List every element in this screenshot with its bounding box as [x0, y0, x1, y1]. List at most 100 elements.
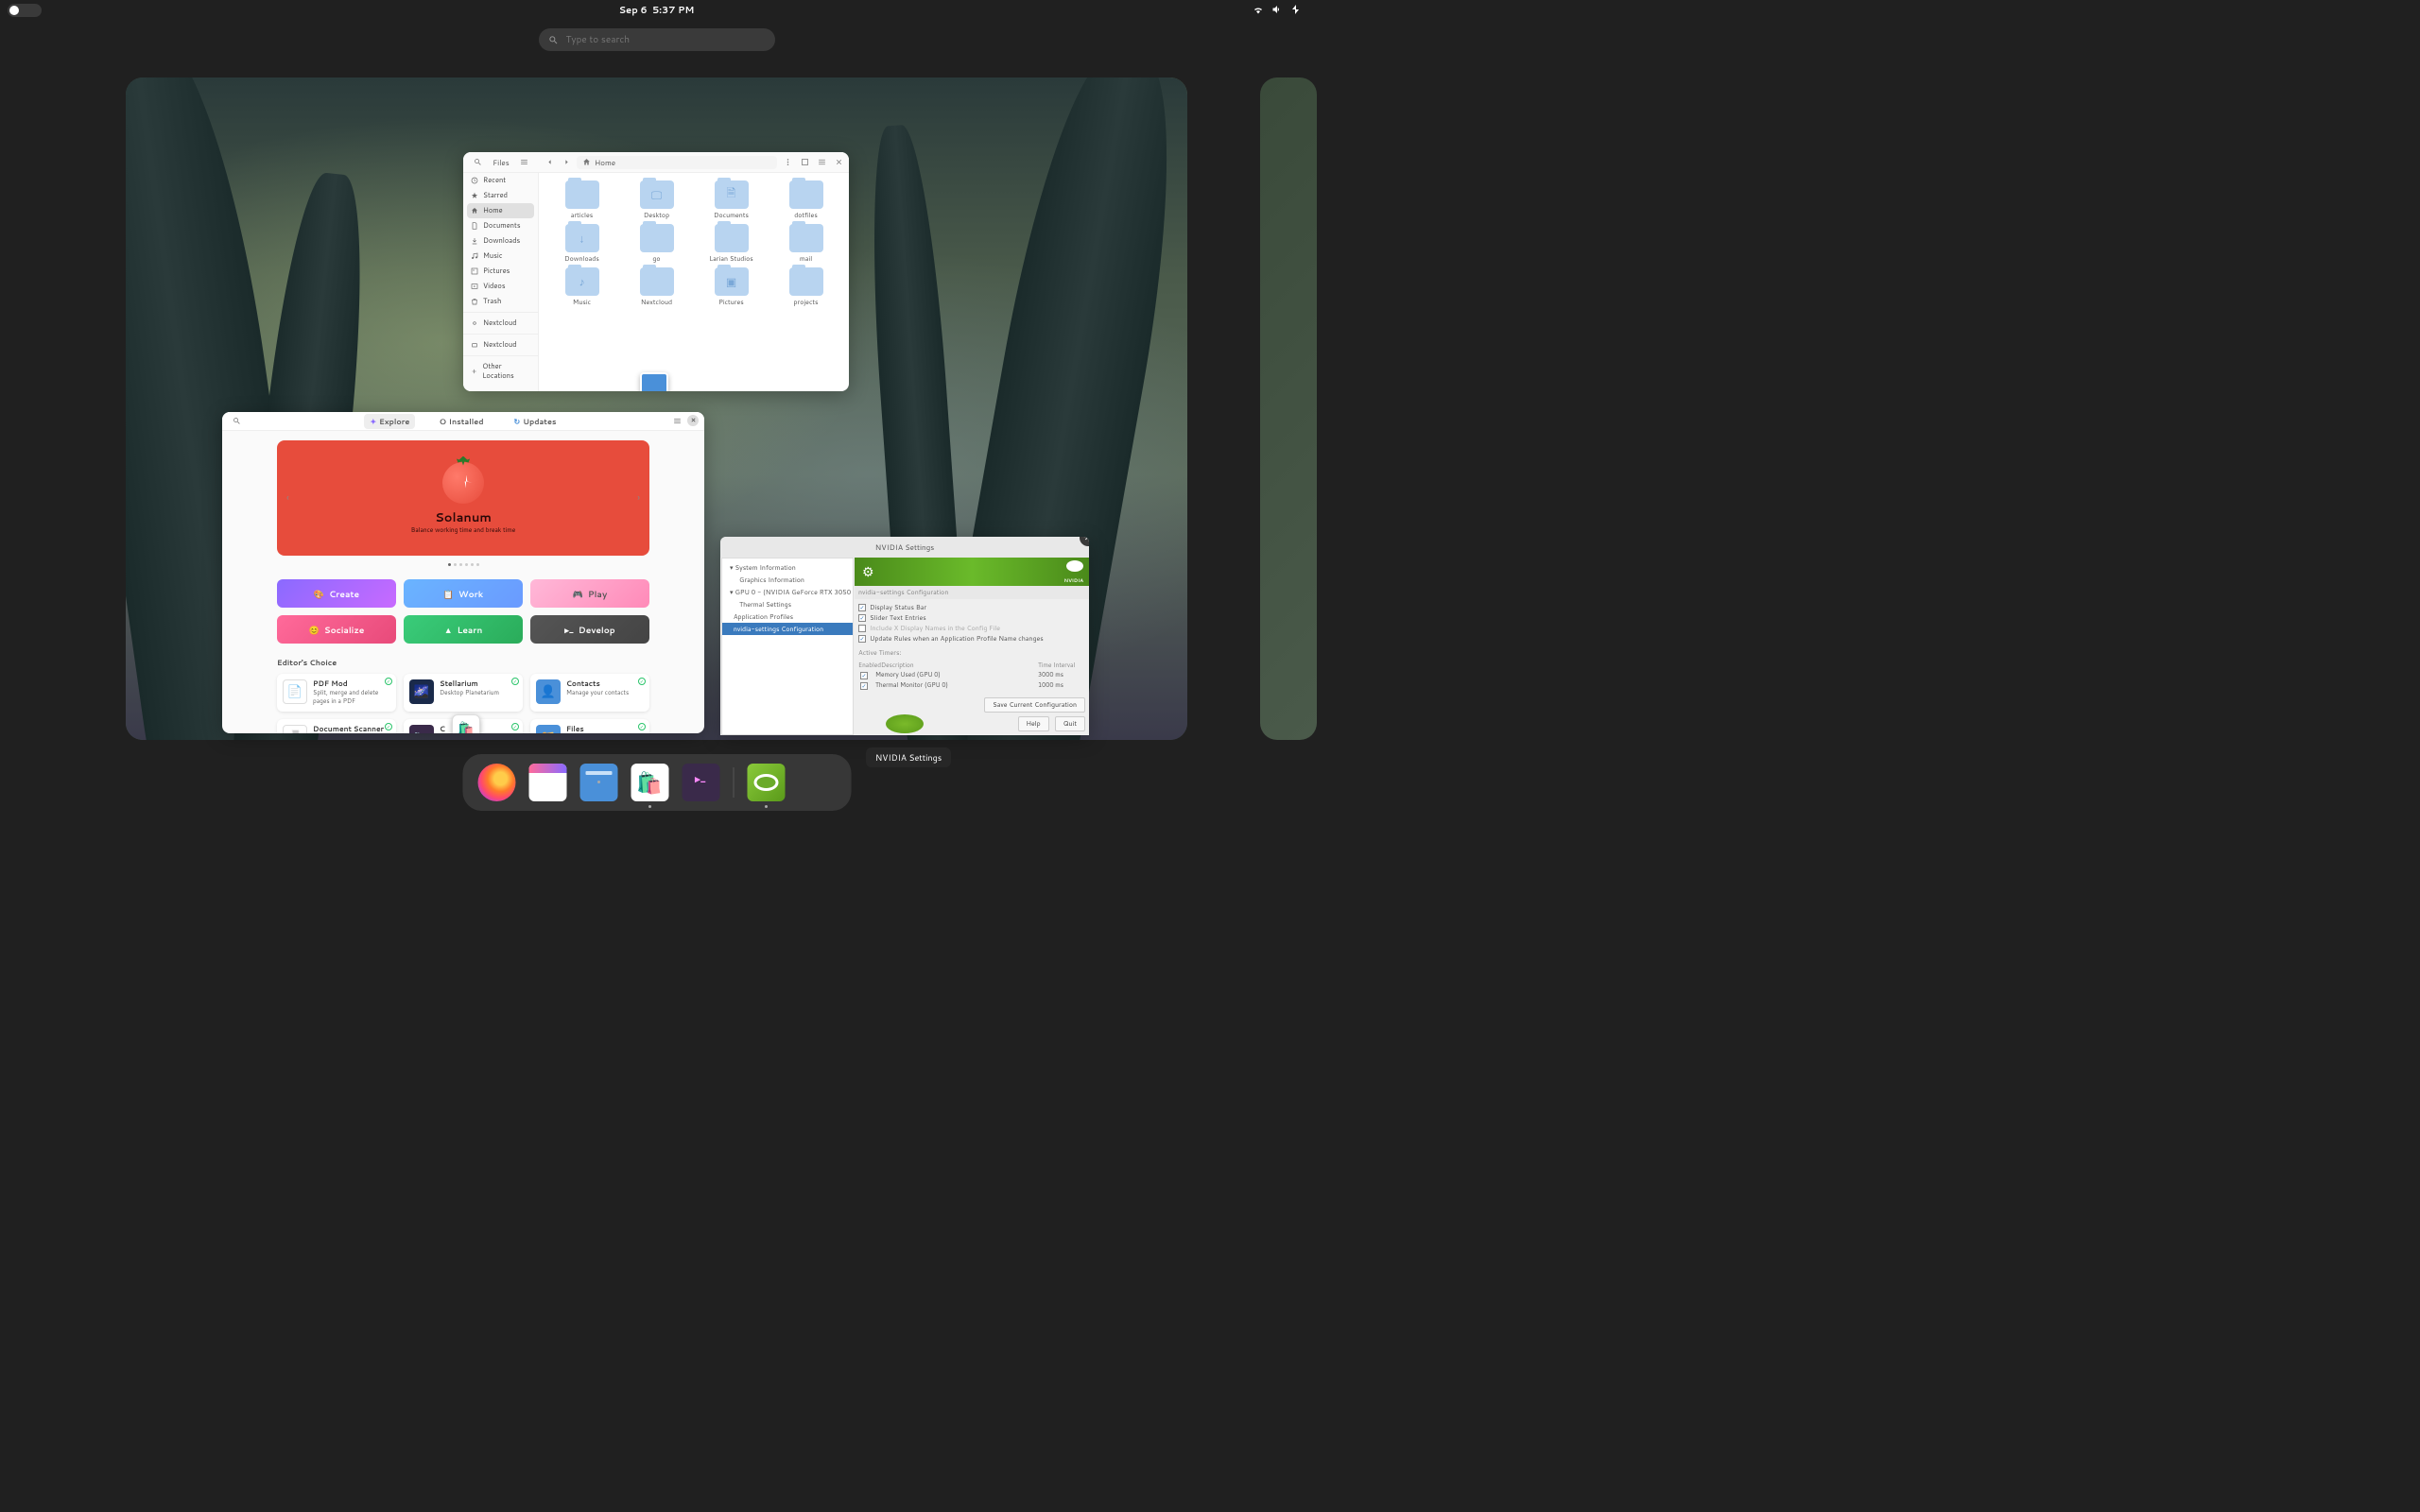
close-icon[interactable] — [687, 415, 699, 426]
dash-nvidia[interactable] — [747, 764, 785, 801]
section-editors-choice: Editor's Choice — [277, 657, 649, 668]
nvidia-logo-text: NVIDIA — [1064, 577, 1083, 584]
dash-firefox[interactable] — [477, 764, 515, 801]
banner-next-icon[interactable]: › — [633, 488, 644, 508]
sidebar-item-home[interactable]: Home — [467, 203, 534, 218]
panel-date[interactable]: Sep 6 — [619, 4, 648, 17]
save-config-button[interactable]: Save Current Configuration — [984, 697, 1085, 713]
app-card[interactable]: 📁Files✓ — [530, 719, 649, 733]
folder-item[interactable]: projects — [770, 267, 841, 307]
category-develop[interactable]: ▸_Develop — [530, 615, 649, 644]
nv-item-thermal[interactable]: Thermal Settings — [722, 598, 853, 610]
hamburger-icon[interactable] — [670, 415, 683, 428]
workspace-next-peek[interactable] — [1260, 77, 1317, 740]
chk-status-bar[interactable]: Display Status Bar — [858, 602, 1085, 612]
table-row[interactable]: Memory Used (GPU 0)3000 ms — [858, 670, 1085, 680]
system-tray[interactable] — [1253, 4, 1302, 15]
nv-item-gpu[interactable]: ▾ GPU 0 - (NVIDIA GeForce RTX 3050 6GB — [722, 586, 853, 598]
dash-calendar[interactable] — [528, 764, 566, 801]
dash-software[interactable]: 🛍️ — [631, 764, 668, 801]
folder-item[interactable]: 🖵Desktop — [621, 180, 692, 220]
back-icon[interactable] — [543, 156, 556, 169]
sidebar-item-downloads[interactable]: Downloads — [463, 233, 538, 249]
featured-banner[interactable]: ‹ › Solanum Balance working time and bre… — [277, 440, 649, 556]
nv-item-graphics[interactable]: Graphics Information — [722, 574, 853, 586]
table-row[interactable]: Thermal Monitor (GPU 0)1000 ms — [858, 680, 1085, 691]
category-socialize[interactable]: 😊Socialize — [277, 615, 396, 644]
panel-time[interactable]: 5:37 PM — [652, 4, 694, 17]
dash-terminal[interactable]: ▸_ — [682, 764, 719, 801]
sidebar-item-other-locations[interactable]: Other Locations — [463, 359, 538, 384]
menu-icon[interactable] — [781, 156, 794, 169]
category-create[interactable]: 🎨Create — [277, 579, 396, 608]
app-card[interactable]: 📄PDF ModSplit, merge and delete pages in… — [277, 674, 396, 712]
folder-item[interactable]: ▣Pictures — [696, 267, 767, 307]
folder-item[interactable]: articles — [546, 180, 617, 220]
nv-timers-title: Active Timers: — [855, 646, 1089, 660]
forward-icon[interactable] — [560, 156, 573, 169]
files-icon-view[interactable]: articles🖵Desktop🗎Documentsdotfiles ↓Downl… — [539, 173, 849, 391]
chk-xdisplay: Include X Display Names in the Config Fi… — [858, 623, 1085, 633]
sidebar-item-recent[interactable]: Recent — [463, 173, 538, 188]
dash-files[interactable] — [579, 764, 617, 801]
chk-update-rules[interactable]: Update Rules when an Application Profile… — [858, 633, 1085, 644]
dash-tooltip: NVIDIA Settings — [866, 747, 951, 767]
overview-search[interactable] — [539, 28, 775, 51]
tab-updates[interactable]: ↻Updates — [508, 414, 562, 429]
sidebar-item-nextcloud[interactable]: Nextcloud — [463, 316, 538, 331]
banner-prev-icon[interactable]: ‹ — [283, 488, 293, 508]
dash-separator — [733, 767, 734, 798]
category-learn[interactable]: ▲Learn — [404, 615, 523, 644]
nv-item-profiles[interactable]: Application Profiles — [722, 610, 853, 623]
folder-item[interactable]: Larian Studios — [696, 224, 767, 264]
chk-slider-text[interactable]: Slider Text Entries — [858, 612, 1085, 623]
folder-item[interactable]: Nextcloud — [621, 267, 692, 307]
sidebar-item-videos[interactable]: Videos — [463, 279, 538, 294]
folder-item[interactable]: dotfiles — [770, 180, 841, 220]
search-icon[interactable] — [471, 156, 484, 169]
nv-item-sysinfo[interactable]: ▾ System Information — [722, 561, 853, 574]
sidebar-item-documents[interactable]: Documents — [463, 218, 538, 233]
sidebar-item-pictures[interactable]: Pictures — [463, 264, 538, 279]
volume-icon — [1271, 4, 1283, 15]
home-icon — [582, 158, 591, 166]
nvidia-settings-window[interactable]: ✕ NVIDIA Settings ▾ System Information G… — [720, 537, 1089, 735]
sidebar-item-nextcloud-mount[interactable]: Nextcloud — [463, 337, 538, 352]
folder-item[interactable]: ♪Music — [546, 267, 617, 307]
category-work[interactable]: 📋Work — [404, 579, 523, 608]
folder-item[interactable]: go — [621, 224, 692, 264]
new-tab-icon[interactable] — [798, 156, 811, 169]
folder-item[interactable]: mail — [770, 224, 841, 264]
banner-dots[interactable] — [277, 563, 649, 566]
tab-installed[interactable]: ⭘Installed — [434, 414, 489, 429]
nvidia-footer-logo-icon — [886, 714, 924, 733]
category-play[interactable]: 🎮Play — [530, 579, 649, 608]
nv-item-config[interactable]: nvidia-settings Configuration — [722, 623, 853, 635]
sidebar-item-music[interactable]: Music — [463, 249, 538, 264]
search-input[interactable] — [566, 33, 766, 46]
sidebar-toggle-icon[interactable] — [518, 156, 531, 169]
path-bar[interactable]: Home — [577, 156, 777, 169]
software-headerbar: ✦Explore ⭘Installed ↻Updates — [222, 412, 704, 431]
tab-explore[interactable]: ✦Explore — [364, 414, 415, 429]
app-card[interactable]: 📠Document Scanner✓ — [277, 719, 396, 733]
folder-item[interactable]: 🗎Documents — [696, 180, 767, 220]
help-button[interactable]: Help — [1018, 716, 1049, 731]
app-card[interactable]: 🌌StellariumDesktop Planetarium✓ — [404, 674, 523, 712]
gear-icon: ⚙ — [862, 562, 874, 581]
view-toggle-icon[interactable] — [815, 156, 828, 169]
app-card[interactable]: 👤ContactsManage your contacts✓ — [530, 674, 649, 712]
files-window[interactable]: Files Home Recent Starred Home Documents… — [463, 152, 849, 391]
sidebar-item-starred[interactable]: Starred — [463, 188, 538, 203]
activities-pill[interactable] — [8, 4, 42, 17]
close-icon[interactable] — [832, 156, 845, 169]
software-app-icon-overlay: 🛍️ — [452, 714, 480, 733]
quit-button[interactable]: Quit — [1055, 716, 1085, 731]
dash-show-apps[interactable] — [798, 764, 836, 801]
search-icon[interactable] — [230, 415, 243, 428]
nvidia-sidebar: ▾ System Information Graphics Informatio… — [721, 558, 854, 735]
folder-item[interactable]: ↓Downloads — [546, 224, 617, 264]
software-window[interactable]: ✦Explore ⭘Installed ↻Updates ‹ › Solanum… — [222, 412, 704, 733]
dash: 🛍️ ▸_ — [462, 754, 851, 811]
sidebar-item-trash[interactable]: Trash — [463, 294, 538, 309]
